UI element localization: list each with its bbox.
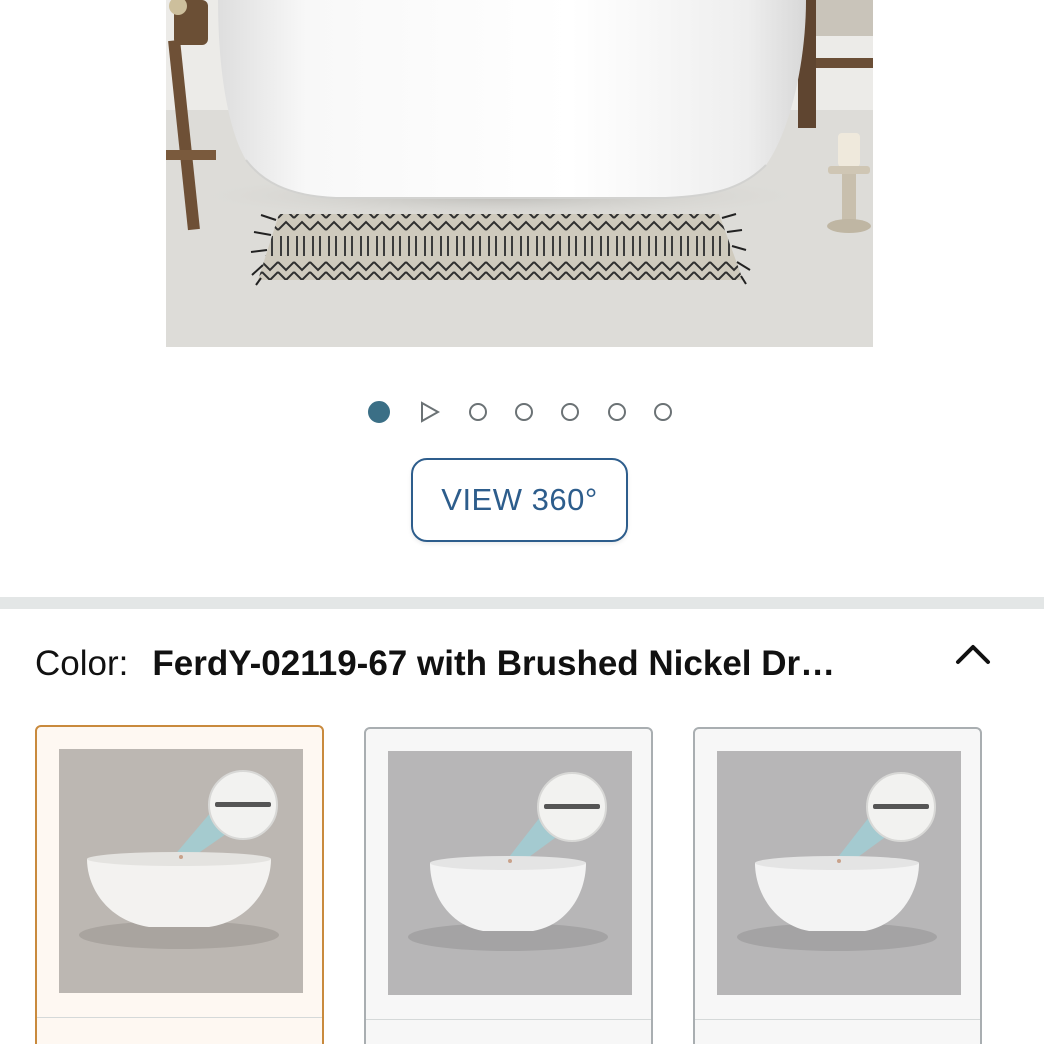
carousel-dot-4[interactable] (514, 403, 533, 421)
swatch-divider (37, 1017, 322, 1018)
selected-color-name: FerdY-02119-67 with Brushed Nickel Dr… (152, 644, 836, 683)
swatch-thumbnail-3 (717, 751, 961, 995)
carousel-dot-3[interactable] (468, 403, 487, 421)
carousel-dot-7[interactable] (653, 403, 672, 421)
view-360-button[interactable]: VIEW 360° (411, 458, 628, 542)
chevron-up-icon[interactable] (953, 638, 993, 668)
carousel-dot-1[interactable] (368, 401, 390, 423)
color-label: Color: (35, 644, 129, 683)
color-swatch-2[interactable] (364, 727, 653, 1044)
image-carousel-indicators (368, 398, 672, 426)
swatch-divider (695, 1019, 980, 1020)
product-page: VIEW 360° Color: FerdY-02119-67 with Bru… (0, 0, 1044, 1044)
swatch-thumbnail-2 (388, 751, 632, 995)
carousel-video-play-icon[interactable] (418, 401, 441, 423)
color-selector-header[interactable]: Color: FerdY-02119-67 with Brushed Nicke… (35, 636, 995, 692)
section-divider (0, 597, 1044, 609)
color-swatch-1[interactable] (35, 725, 324, 1044)
product-main-image[interactable] (166, 0, 873, 347)
swatch-divider (366, 1019, 651, 1020)
carousel-dot-6[interactable] (607, 403, 626, 421)
color-swatch-3[interactable] (693, 727, 982, 1044)
carousel-dot-5[interactable] (561, 403, 580, 421)
swatch-thumbnail-1 (59, 749, 303, 993)
view-360-label: VIEW 360° (441, 482, 598, 517)
